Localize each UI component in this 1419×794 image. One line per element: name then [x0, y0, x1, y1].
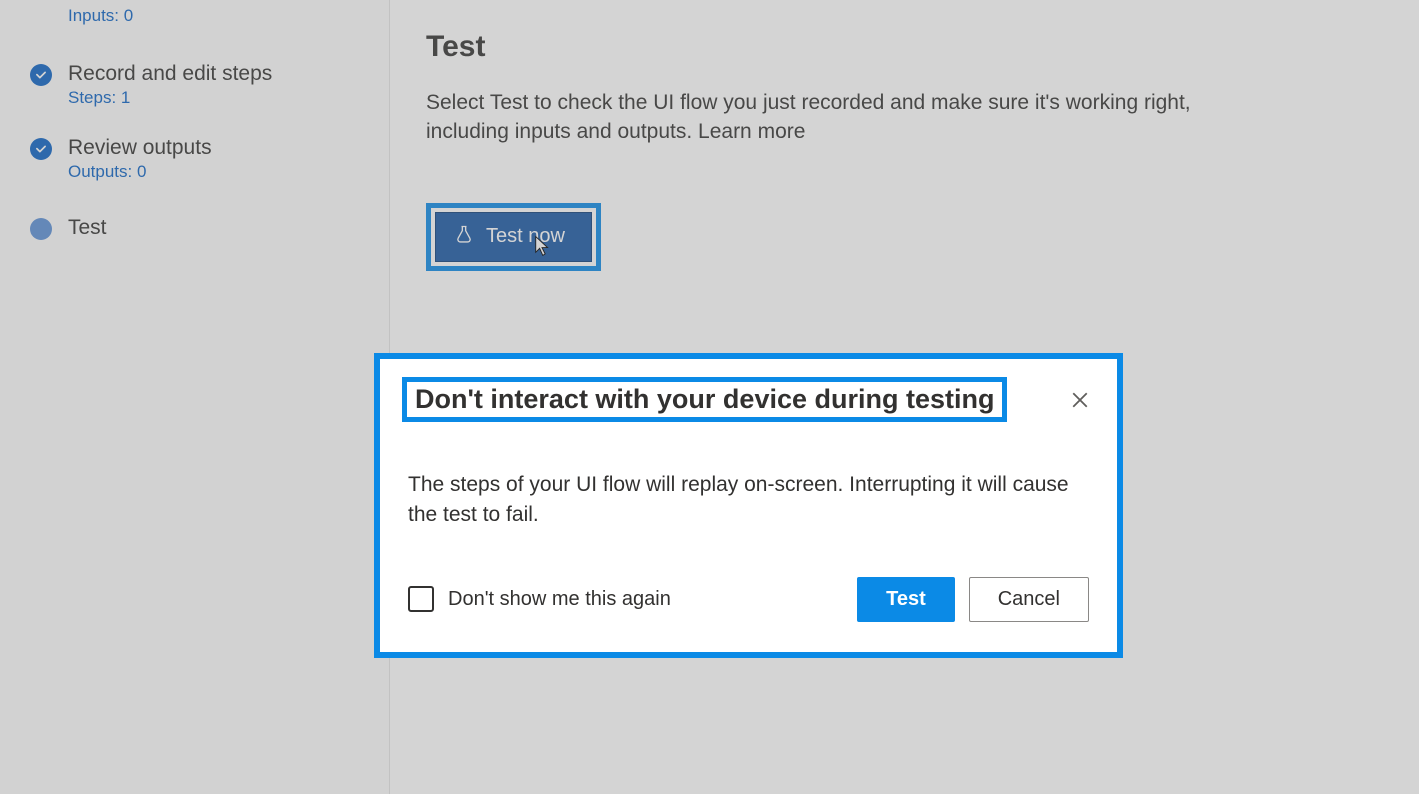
dialog-title: Don't interact with your device during t… [415, 384, 994, 415]
dont-show-label: Don't show me this again [448, 588, 671, 611]
dialog-title-highlight: Don't interact with your device during t… [402, 377, 1007, 422]
dialog-footer: Don't show me this again Test Cancel [402, 577, 1095, 622]
checkbox-box[interactable] [408, 586, 434, 612]
dont-show-again-checkbox[interactable]: Don't show me this again [408, 586, 671, 612]
close-button[interactable] [1065, 385, 1095, 420]
test-warning-dialog: Don't interact with your device during t… [374, 353, 1123, 658]
dialog-body: The steps of your UI flow will replay on… [402, 470, 1095, 531]
cancel-button[interactable]: Cancel [969, 577, 1089, 622]
test-button[interactable]: Test [857, 577, 955, 622]
close-icon [1071, 393, 1089, 413]
